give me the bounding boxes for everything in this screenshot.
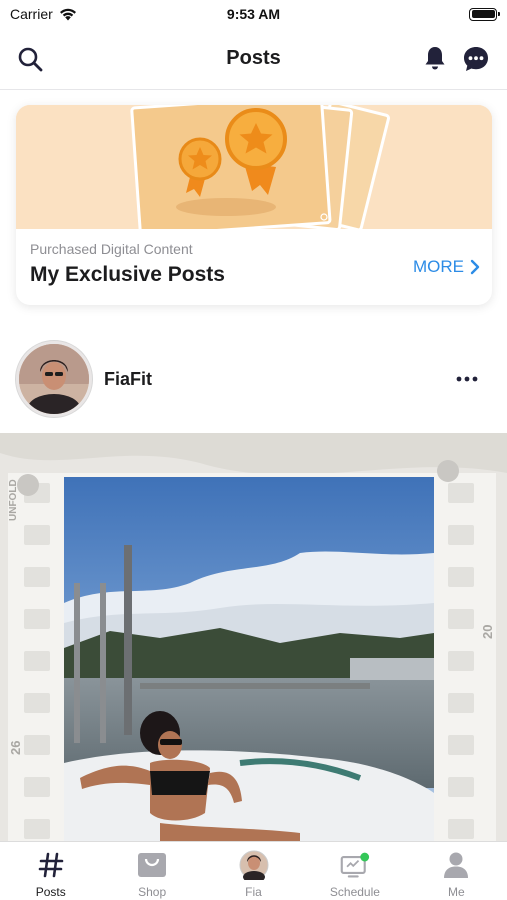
chat-icon[interactable] <box>461 44 491 74</box>
exclusive-posts-card[interactable]: Purchased Digital Content My Exclusive P… <box>16 105 492 305</box>
tab-bar: Posts Shop Fia Schedule Me <box>0 841 507 900</box>
tab-label: Schedule <box>329 885 380 899</box>
tab-shop[interactable]: Shop <box>101 842 202 900</box>
exclusive-banner <box>16 105 492 229</box>
tab-posts[interactable]: Posts <box>0 842 101 900</box>
schedule-icon <box>340 850 370 880</box>
card-subtitle: Purchased Digital Content <box>30 241 193 257</box>
navigation-bar: Posts <box>0 28 507 90</box>
avatar[interactable] <box>16 341 92 417</box>
tab-me[interactable]: Me <box>406 842 507 900</box>
film-brand-label: UNFOLD <box>8 479 19 521</box>
more-label: MORE <box>413 257 464 276</box>
tab-label: Posts <box>35 885 66 899</box>
tab-schedule[interactable]: Schedule <box>304 842 405 900</box>
post-image[interactable]: UNFOLD 26 20 <box>0 433 507 841</box>
tab-label: Me <box>447 885 465 899</box>
more-options-icon[interactable] <box>455 369 479 389</box>
person-icon <box>441 850 471 880</box>
more-button[interactable]: MORE <box>413 257 480 277</box>
shopping-bag-icon <box>137 850 167 880</box>
hashtag-icon <box>36 850 66 880</box>
post-header: FiaFit <box>0 340 507 418</box>
frame-number-right: 20 <box>480 625 495 639</box>
post-username[interactable]: FiaFit <box>104 369 152 390</box>
page-title: Posts <box>226 47 281 69</box>
tab-fia[interactable]: Fia <box>203 842 304 900</box>
medals-illustration <box>16 105 492 229</box>
frame-number-left: 26 <box>8 741 23 755</box>
search-icon[interactable] <box>16 45 44 73</box>
bell-icon[interactable] <box>421 44 449 72</box>
battery-icon <box>469 7 500 21</box>
tab-label: Shop <box>138 885 167 899</box>
tab-label: Fia <box>245 885 262 899</box>
chevron-right-icon <box>470 259 480 275</box>
wifi-icon <box>59 8 76 20</box>
avatar-icon <box>239 850 269 880</box>
status-bar: Carrier 9:53 AM <box>0 0 507 28</box>
card-title: My Exclusive Posts <box>30 263 225 286</box>
carrier-label: Carrier <box>10 6 53 22</box>
